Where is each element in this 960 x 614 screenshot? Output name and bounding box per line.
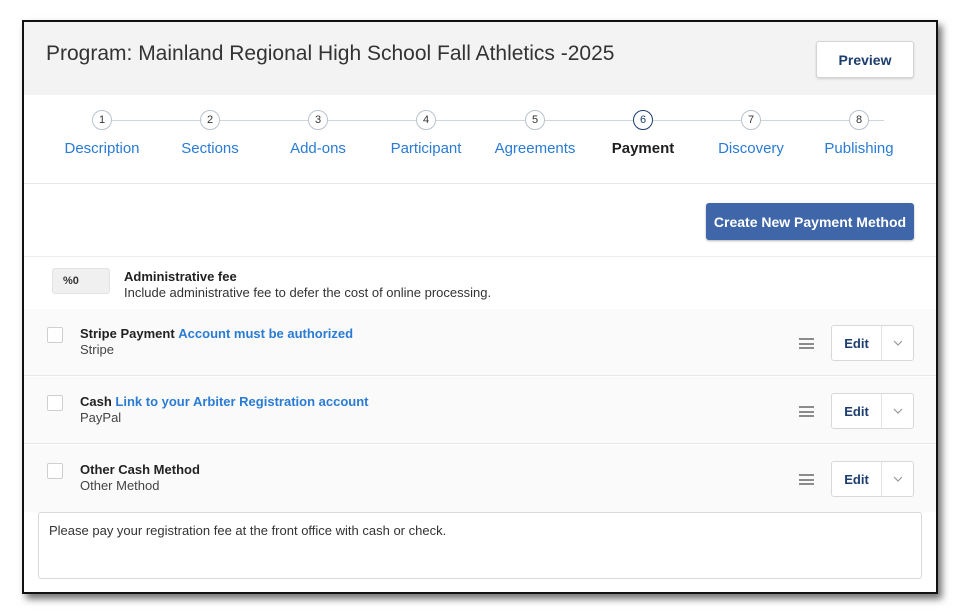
method-title: Cash Link to your Arbiter Registration a… — [80, 394, 368, 409]
step-number: 7 — [741, 110, 761, 130]
step-payment[interactable]: 6 Payment — [583, 110, 703, 157]
method-provider: Other Method — [80, 478, 160, 493]
step-label: Publishing — [824, 140, 894, 157]
edit-split-button: Edit — [831, 325, 914, 361]
method-status-link[interactable]: Account must be authorized — [178, 326, 353, 341]
step-sections[interactable]: 2 Sections — [150, 110, 270, 157]
step-label: Participant — [390, 140, 462, 157]
step-label: Add-ons — [290, 140, 346, 157]
step-label: Payment — [611, 140, 675, 157]
step-label: Agreements — [494, 140, 576, 157]
method-provider: PayPal — [80, 410, 122, 425]
step-discovery[interactable]: 7 Discovery — [691, 110, 811, 157]
chevron-down-icon[interactable] — [882, 394, 913, 428]
edit-button[interactable]: Edit — [832, 394, 882, 428]
edit-button[interactable]: Edit — [832, 326, 882, 360]
step-agreements[interactable]: 5 Agreements — [475, 110, 595, 157]
method-name: Other Cash Method — [80, 462, 200, 477]
drag-handle-icon[interactable] — [799, 406, 814, 417]
method-name: Stripe Payment — [80, 326, 175, 341]
method-name: Cash — [80, 394, 112, 409]
edit-split-button: Edit — [831, 461, 914, 497]
step-add-ons[interactable]: 3 Add-ons — [258, 110, 378, 157]
create-payment-method-button[interactable]: Create New Payment Method — [706, 203, 914, 240]
page-title: Program: Mainland Regional High School F… — [46, 42, 615, 65]
payment-method-row: Stripe Payment Account must be authorize… — [24, 309, 936, 376]
step-publishing[interactable]: 8 Publishing — [799, 110, 919, 157]
program-editor-window: Program: Mainland Regional High School F… — [22, 20, 938, 594]
step-participant[interactable]: 4 Participant — [366, 110, 486, 157]
payment-method-row: Cash Link to your Arbiter Registration a… — [24, 377, 936, 444]
method-title: Stripe Payment Account must be authorize… — [80, 326, 353, 341]
step-label: Description — [64, 140, 140, 157]
step-number: 1 — [92, 110, 112, 130]
step-number: 3 — [308, 110, 328, 130]
payment-method-row: Other Cash Method Other Method Edit — [24, 445, 936, 512]
step-number: 8 — [849, 110, 869, 130]
method-checkbox[interactable] — [47, 327, 63, 343]
step-label: Sections — [181, 140, 239, 157]
wizard-stepper: 1 Description 2 Sections 3 Add-ons 4 Par… — [24, 95, 936, 184]
method-checkbox[interactable] — [47, 395, 63, 411]
drag-handle-icon[interactable] — [799, 474, 814, 485]
admin-fee-description: Include administrative fee to defer the … — [124, 285, 492, 300]
preview-button[interactable]: Preview — [816, 41, 914, 78]
drag-handle-icon[interactable] — [799, 338, 814, 349]
admin-fee-title: Administrative fee — [124, 269, 237, 284]
payment-instructions-textarea[interactable]: Please pay your registration fee at the … — [38, 512, 922, 579]
step-number: 4 — [416, 110, 436, 130]
step-number: 6 — [633, 110, 653, 130]
program-header: Program: Mainland Regional High School F… — [24, 22, 936, 95]
method-provider: Stripe — [80, 342, 114, 357]
step-number: 2 — [200, 110, 220, 130]
step-number: 5 — [525, 110, 545, 130]
method-checkbox[interactable] — [47, 463, 63, 479]
section-divider — [24, 256, 936, 257]
step-description[interactable]: 1 Description — [42, 110, 162, 157]
step-label: Discovery — [718, 140, 784, 157]
method-status-link[interactable]: Link to your Arbiter Registration accoun… — [115, 394, 368, 409]
chevron-down-icon[interactable] — [882, 326, 913, 360]
edit-split-button: Edit — [831, 393, 914, 429]
admin-fee-badge[interactable]: %0 — [52, 268, 110, 294]
method-title: Other Cash Method — [80, 462, 200, 477]
edit-button[interactable]: Edit — [832, 462, 882, 496]
chevron-down-icon[interactable] — [882, 462, 913, 496]
